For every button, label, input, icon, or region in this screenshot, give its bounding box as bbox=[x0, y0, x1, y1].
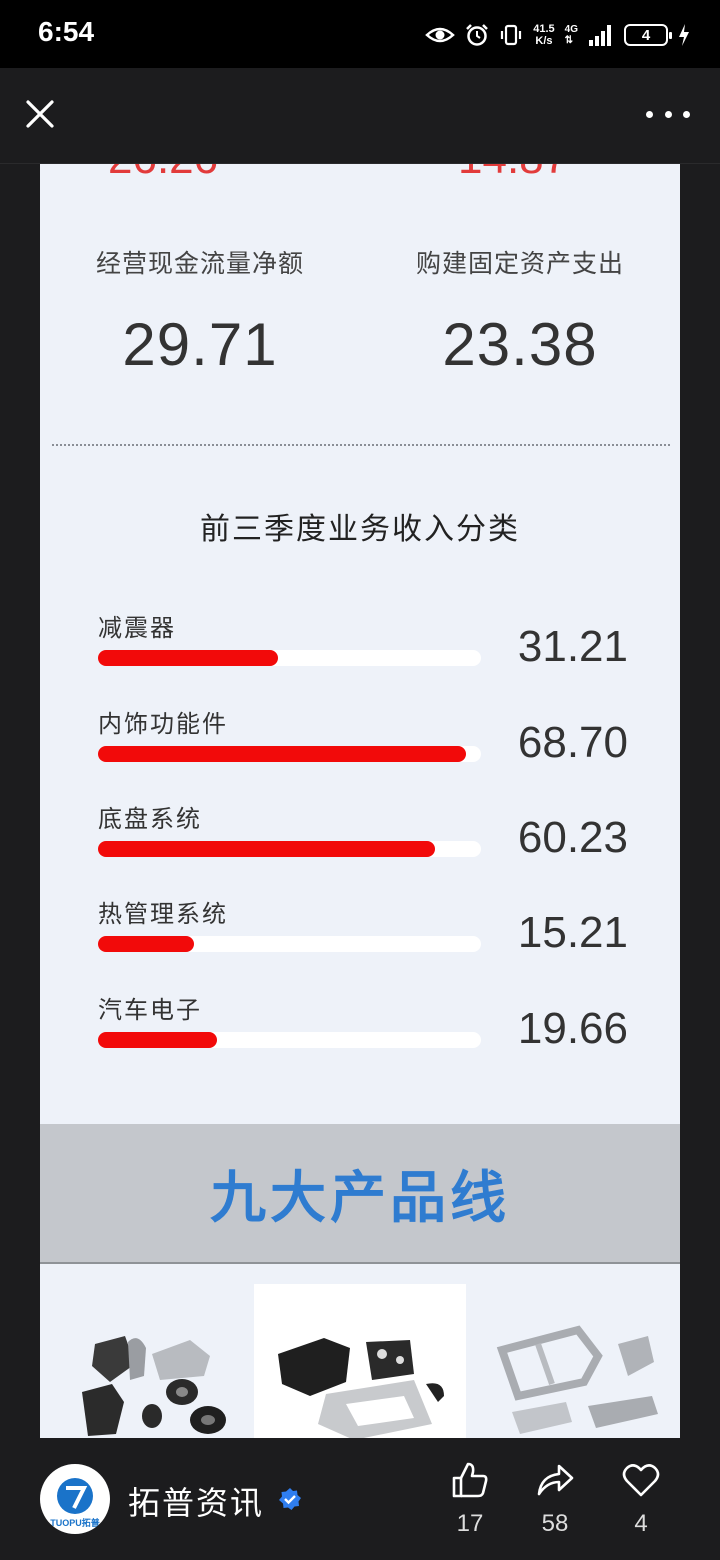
section-title: 前三季度业务收入分类 bbox=[200, 512, 520, 547]
bar-label: 热管理系统 bbox=[98, 900, 228, 928]
speed-unit: K/s bbox=[535, 35, 553, 47]
bar-row: 减震器 31.21 bbox=[98, 608, 638, 688]
thumbs-up-icon bbox=[452, 1462, 488, 1498]
bar-track bbox=[98, 650, 481, 666]
bar-value: 19.66 bbox=[517, 1004, 628, 1053]
chassis-parts-image bbox=[496, 1325, 658, 1434]
vibrate-icon bbox=[501, 24, 522, 46]
data-arrows-icon: ⇅ bbox=[564, 35, 574, 46]
battery-icon: 4 bbox=[624, 24, 672, 46]
product-image-chassis[interactable] bbox=[468, 1284, 680, 1438]
bar-value: 31.21 bbox=[517, 622, 628, 671]
battery-level: 4 bbox=[641, 26, 651, 44]
product-image-mounts[interactable] bbox=[40, 1284, 252, 1438]
metric-capex: 购建固定资产支出 23.38 bbox=[360, 244, 680, 379]
share-count: 58 bbox=[541, 1510, 569, 1537]
speed-value: 41.5 bbox=[533, 23, 555, 35]
charging-icon bbox=[679, 24, 689, 46]
dotted-divider bbox=[52, 444, 670, 446]
heart-icon bbox=[622, 1464, 660, 1497]
bar-row: 热管理系统 15.21 bbox=[98, 894, 638, 974]
bar-fill bbox=[98, 841, 436, 857]
network-speed: 41.5 K/s bbox=[533, 23, 554, 47]
metric-value: 29.71 bbox=[122, 311, 278, 378]
bar-fill bbox=[98, 650, 278, 666]
tuopu-logo-icon: TUOPU拓普 bbox=[50, 1478, 100, 1528]
status-time: 6:54 bbox=[38, 16, 95, 47]
close-icon[interactable] bbox=[20, 94, 60, 134]
status-icons: 41.5 K/s 4G ⇅ 4 bbox=[425, 18, 690, 52]
status-bar: 6:54 41.5 K/s 4G ⇅ 4 bbox=[0, 0, 720, 68]
account-avatar[interactable]: TUOPU拓普 bbox=[40, 1464, 110, 1534]
favorite-button[interactable]: 4 bbox=[611, 1460, 671, 1538]
top-nav bbox=[0, 68, 720, 164]
bar-value: 60.23 bbox=[517, 813, 628, 862]
bar-label: 底盘系统 bbox=[98, 805, 202, 833]
bar-track bbox=[98, 746, 481, 762]
network-label: 4G bbox=[564, 24, 578, 35]
product-lines-banner: 九大产品线 bbox=[40, 1124, 680, 1264]
favorite-count: 4 bbox=[634, 1510, 648, 1537]
bar-track bbox=[98, 1032, 481, 1048]
alarm-icon bbox=[466, 24, 489, 46]
svg-text:TUOPU拓普: TUOPU拓普 bbox=[50, 1517, 100, 1528]
cut-off-values: 26.26 14.87 bbox=[40, 164, 680, 183]
share-button[interactable]: 58 bbox=[525, 1460, 585, 1538]
bar-row: 内饰功能件 68.70 bbox=[98, 704, 638, 784]
bar-value: 68.70 bbox=[517, 718, 628, 767]
article-content[interactable]: 26.26 14.87 经营现金流量净额 29.71 购建固定资产支出 23.3… bbox=[40, 164, 680, 1438]
like-button[interactable]: 17 bbox=[440, 1460, 500, 1538]
like-count: 17 bbox=[456, 1510, 484, 1537]
bar-fill bbox=[98, 746, 466, 762]
bar-fill bbox=[98, 1032, 217, 1048]
signal-icon bbox=[589, 25, 611, 46]
more-dot bbox=[683, 110, 690, 118]
interior-parts-image bbox=[278, 1338, 444, 1438]
bar-label: 减震器 bbox=[98, 614, 176, 642]
cut-value-right: 14.87 bbox=[458, 164, 568, 184]
eye-icon bbox=[425, 27, 456, 43]
bar-label: 汽车电子 bbox=[98, 996, 202, 1024]
bar-track bbox=[98, 936, 481, 952]
more-dot bbox=[664, 110, 672, 118]
bar-value: 15.21 bbox=[517, 908, 628, 957]
product-image-interior[interactable] bbox=[254, 1284, 466, 1438]
bar-label: 内饰功能件 bbox=[98, 710, 228, 738]
cut-value-left: 26.26 bbox=[108, 164, 218, 184]
metric-operating-cashflow: 经营现金流量净额 29.71 bbox=[40, 244, 360, 379]
product-gallery bbox=[40, 1284, 680, 1438]
bar-row: 底盘系统 60.23 bbox=[98, 799, 638, 879]
bar-track bbox=[98, 841, 481, 857]
share-arrow-icon bbox=[537, 1464, 574, 1496]
rubber-mount-parts-image bbox=[82, 1336, 226, 1436]
account-name[interactable]: 拓普资讯 bbox=[128, 1478, 264, 1524]
metric-label: 购建固定资产支出 bbox=[415, 249, 624, 278]
more-icon[interactable] bbox=[646, 102, 690, 126]
bar-fill bbox=[98, 936, 194, 952]
metric-value: 23.38 bbox=[442, 311, 598, 378]
network-type: 4G ⇅ bbox=[565, 24, 578, 46]
banner-title: 九大产品线 bbox=[210, 1165, 510, 1231]
bar-row: 汽车电子 19.66 bbox=[98, 990, 638, 1070]
verified-badge-icon bbox=[279, 1488, 301, 1510]
bottom-bar: TUOPU拓普 拓普资讯 17 58 4 bbox=[0, 1438, 720, 1560]
metric-label: 经营现金流量净额 bbox=[95, 249, 304, 278]
more-dot bbox=[646, 110, 653, 118]
